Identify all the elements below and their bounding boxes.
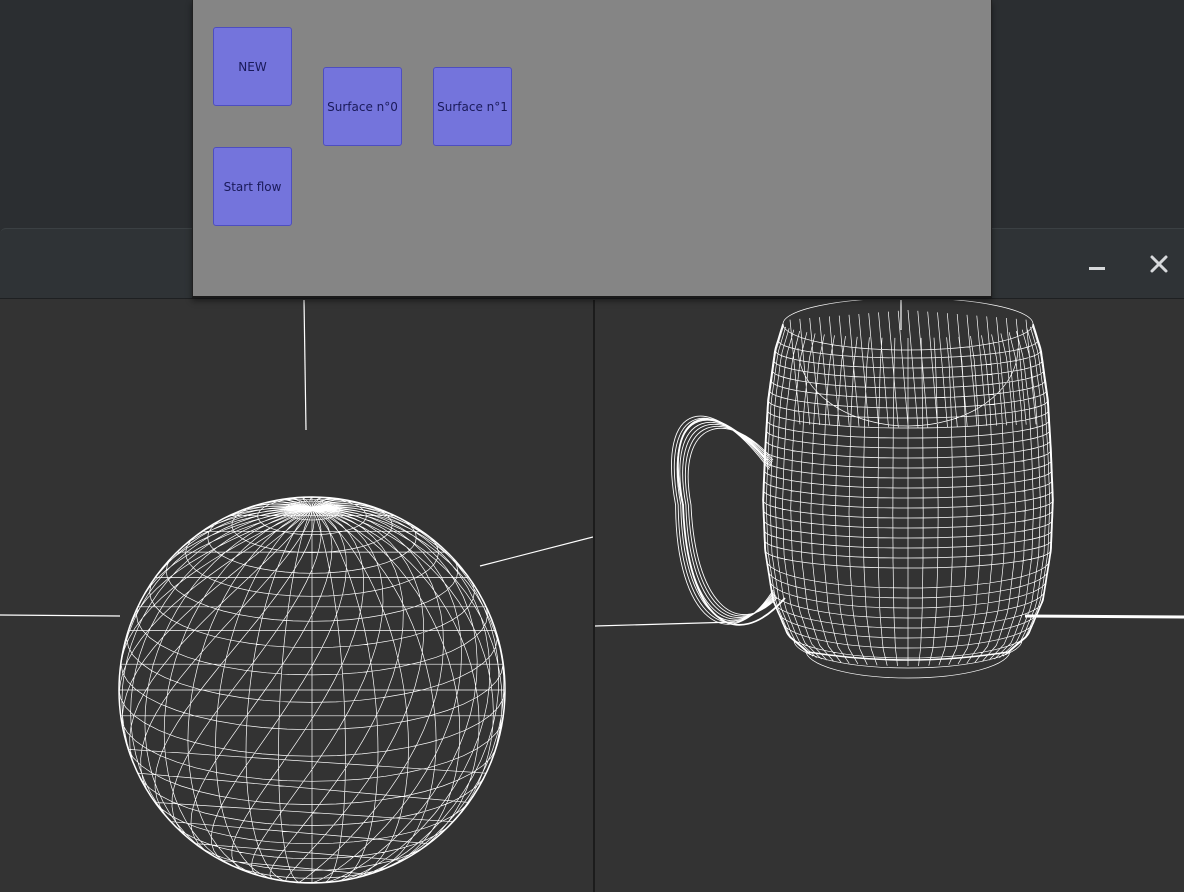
sphere-mesh-lines (118, 496, 506, 884)
new-button[interactable]: NEW (213, 27, 292, 106)
x-axis-line (595, 621, 736, 627)
x-axis-line (0, 614, 121, 617)
axis-lines (0, 300, 593, 617)
close-button[interactable] (1142, 247, 1176, 281)
z-axis-line (479, 536, 593, 567)
z-axis-line (1024, 614, 1184, 619)
mug-handle-outline (676, 418, 786, 626)
y-axis-line (303, 300, 307, 431)
sphere-wireframe[interactable] (0, 300, 593, 892)
start-flow-button[interactable]: Start flow (213, 147, 292, 226)
desktop: NEW Start flow Surface n°0 Surface n°1 (0, 0, 1184, 892)
minimize-icon (1089, 267, 1105, 270)
mug-mesh (671, 300, 1054, 679)
viewport-area (0, 300, 1184, 892)
viewer-window (0, 228, 1184, 892)
mug-handle-mesh (671, 415, 778, 625)
mug-body-mesh (762, 300, 1054, 679)
viewport-right[interactable] (595, 300, 1184, 892)
viewport-left[interactable] (0, 300, 593, 892)
control-panel: NEW Start flow Surface n°0 Surface n°1 (192, 0, 992, 298)
surface-1-button[interactable]: Surface n°1 (433, 67, 512, 146)
mug-wireframe[interactable] (595, 300, 1184, 892)
sphere-mesh (118, 496, 506, 884)
minimize-button[interactable] (1080, 247, 1114, 281)
close-icon (1150, 255, 1168, 273)
surface-0-button[interactable]: Surface n°0 (323, 67, 402, 146)
